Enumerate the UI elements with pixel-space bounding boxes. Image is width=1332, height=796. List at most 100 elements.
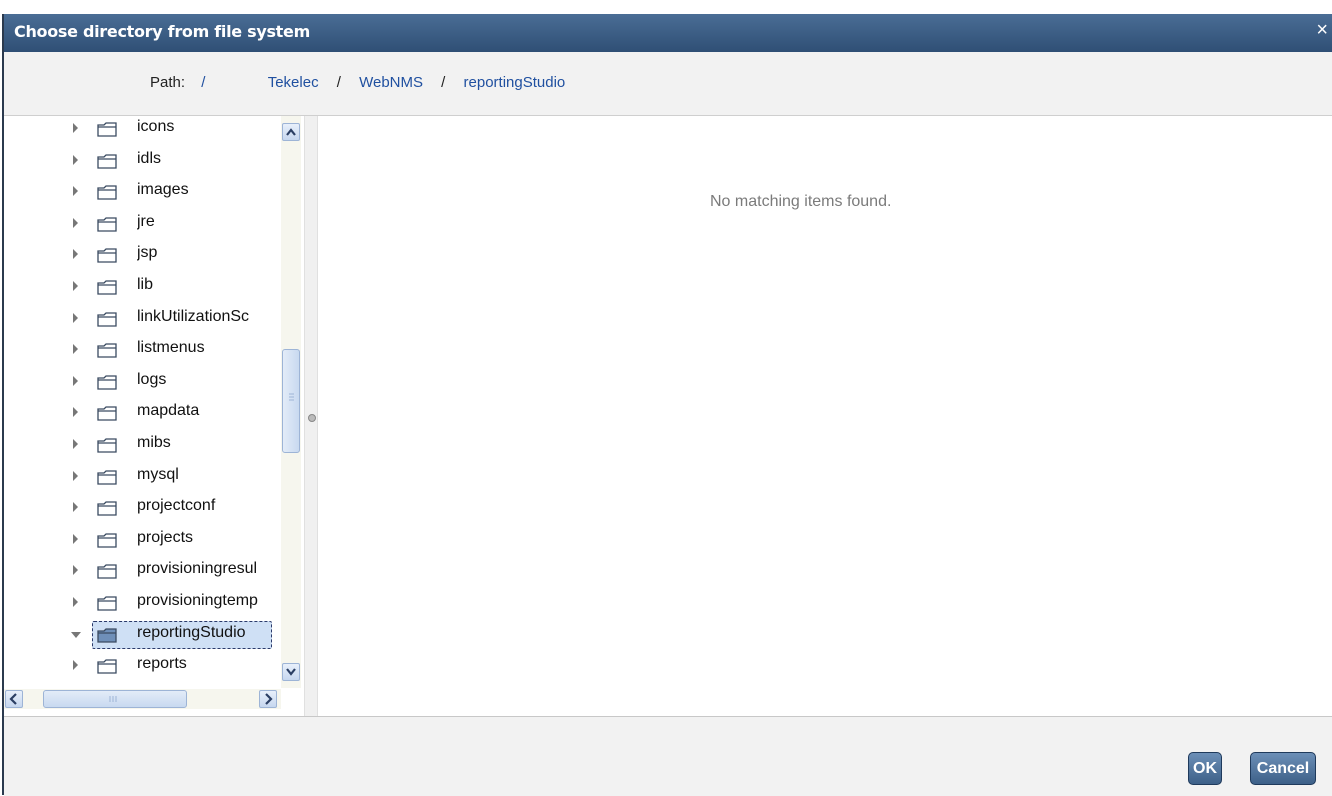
dialog-footer: OK Cancel	[4, 716, 1332, 796]
tree-item-label: reports	[137, 655, 187, 673]
scroll-up-button[interactable]	[282, 123, 300, 141]
tree-item-label: linkUtilizationSc	[137, 307, 250, 325]
folder-icon	[97, 469, 117, 485]
triangle-right-icon[interactable]	[73, 123, 78, 133]
directory-tree: icons idls images jre jsp lib linkUtilizationS…	[4, 116, 304, 716]
panel-splitter[interactable]	[304, 116, 318, 716]
tree-item[interactable]: mibs	[4, 430, 276, 461]
tree-item[interactable]: mysql	[4, 462, 276, 493]
tree-item[interactable]: icons	[4, 116, 276, 145]
tree-item[interactable]: reportingStudio	[4, 620, 276, 651]
tree-item[interactable]: provisioningresul	[4, 556, 276, 587]
tree-item[interactable]: jre	[4, 209, 276, 240]
triangle-right-icon[interactable]	[73, 281, 78, 291]
tree-item-label: reportingStudio	[137, 623, 246, 641]
triangle-right-icon[interactable]	[73, 597, 78, 607]
triangle-right-icon[interactable]	[73, 217, 78, 228]
horizontal-scroll-thumb[interactable]	[43, 690, 187, 708]
splitter-handle-icon[interactable]	[308, 414, 316, 422]
tree-horizontal-scrollbar[interactable]	[4, 689, 281, 709]
triangle-right-icon[interactable]	[73, 533, 78, 544]
tree-item[interactable]: mapdata	[4, 398, 276, 429]
chevron-right-icon	[265, 693, 273, 705]
empty-message: No matching items found.	[710, 193, 892, 210]
scroll-down-button[interactable]	[282, 663, 300, 681]
tree-item[interactable]: reports	[4, 651, 276, 682]
triangle-right-icon[interactable]	[73, 154, 78, 165]
grip-icon	[109, 696, 117, 702]
breadcrumb: Path: / Tekelec / WebNMS / reportingStud…	[150, 74, 565, 91]
triangle-right-icon[interactable]	[73, 186, 78, 197]
triangle-right-icon[interactable]	[73, 312, 78, 323]
triangle-right-icon[interactable]	[73, 249, 78, 260]
tree-item-label: projects	[137, 528, 194, 546]
tree-item[interactable]: linkUtilizationSc	[4, 304, 276, 335]
tree-item[interactable]: lib	[4, 272, 276, 303]
folder-icon	[97, 122, 117, 137]
folder-icon	[97, 311, 117, 327]
breadcrumb-separator: /	[336, 74, 341, 91]
triangle-right-icon[interactable]	[73, 344, 78, 355]
folder-icon	[97, 153, 117, 169]
cancel-button[interactable]: Cancel	[1250, 752, 1316, 785]
path-label: Path:	[150, 74, 186, 91]
grip-icon	[289, 393, 294, 401]
path-bar: Path: / Tekelec / WebNMS / reportingStud…	[4, 52, 1332, 116]
tree-item-label: jsp	[137, 244, 158, 262]
vertical-scroll-thumb[interactable]	[282, 349, 300, 453]
folder-icon	[97, 406, 117, 422]
folder-icon	[97, 659, 117, 674]
tree-item[interactable]: jsp	[4, 240, 276, 271]
tree-item-label: logs	[137, 370, 167, 388]
breadcrumb-root[interactable]: /	[201, 74, 205, 91]
triangle-right-icon[interactable]	[73, 439, 78, 449]
tree-item-label: mapdata	[137, 402, 200, 420]
top-blank-strip	[0, 0, 1332, 14]
breadcrumb-reportingstudio[interactable]: reportingStudio	[464, 74, 566, 91]
folder-icon	[97, 280, 117, 295]
triangle-right-icon[interactable]	[73, 375, 78, 386]
triangle-right-icon[interactable]	[73, 470, 78, 481]
triangle-right-icon[interactable]	[73, 565, 78, 576]
folder-icon	[97, 596, 117, 611]
tree-item-label: icons	[137, 118, 175, 135]
chevron-up-icon	[286, 128, 296, 136]
tree-item[interactable]: logs	[4, 367, 276, 398]
chevron-left-icon	[9, 693, 17, 705]
scroll-right-button[interactable]	[259, 690, 277, 708]
scroll-left-button[interactable]	[5, 690, 23, 708]
choose-directory-dialog: Choose directory from file system × Path…	[2, 14, 1332, 796]
tree-item-label: jre	[137, 212, 155, 230]
folder-icon	[97, 501, 117, 516]
tree-item-label: provisioningtemp	[137, 592, 258, 609]
breadcrumb-webnms[interactable]: WebNMS	[359, 74, 423, 91]
ok-button[interactable]: OK	[1188, 752, 1222, 785]
tree-item-label: listmenus	[137, 339, 205, 357]
chevron-down-icon	[286, 668, 296, 676]
triangle-right-icon[interactable]	[73, 502, 78, 513]
triangle-right-icon[interactable]	[73, 660, 78, 671]
tree-item[interactable]: projectconf	[4, 493, 276, 524]
breadcrumb-tekelec[interactable]: Tekelec	[268, 74, 319, 91]
tree-item[interactable]: projects	[4, 525, 276, 556]
tree-item-label: mibs	[137, 434, 171, 451]
folder-icon	[97, 533, 117, 548]
tree-item[interactable]: provisioningtemp	[4, 588, 276, 619]
tree-item-label: provisioningresul	[137, 560, 258, 578]
folder-icon	[97, 627, 117, 643]
triangle-down-icon[interactable]	[71, 631, 81, 638]
tree-vertical-scrollbar[interactable]	[281, 116, 301, 688]
tree-item[interactable]: images	[4, 177, 276, 208]
tree-item-label: projectconf	[137, 497, 216, 515]
tree-item[interactable]: listmenus	[4, 335, 276, 366]
triangle-right-icon[interactable]	[73, 407, 78, 418]
directory-contents-pane: No matching items found.	[320, 116, 1332, 716]
tree-item[interactable]: idls	[4, 146, 276, 177]
folder-icon	[97, 248, 117, 264]
close-icon[interactable]: ×	[1316, 20, 1328, 40]
tree-item-label: idls	[137, 149, 162, 167]
dialog-titlebar[interactable]: Choose directory from file system ×	[4, 14, 1332, 52]
dialog-title: Choose directory from file system	[14, 22, 310, 41]
tree-item-label: mysql	[137, 465, 179, 483]
folder-icon	[97, 438, 117, 453]
